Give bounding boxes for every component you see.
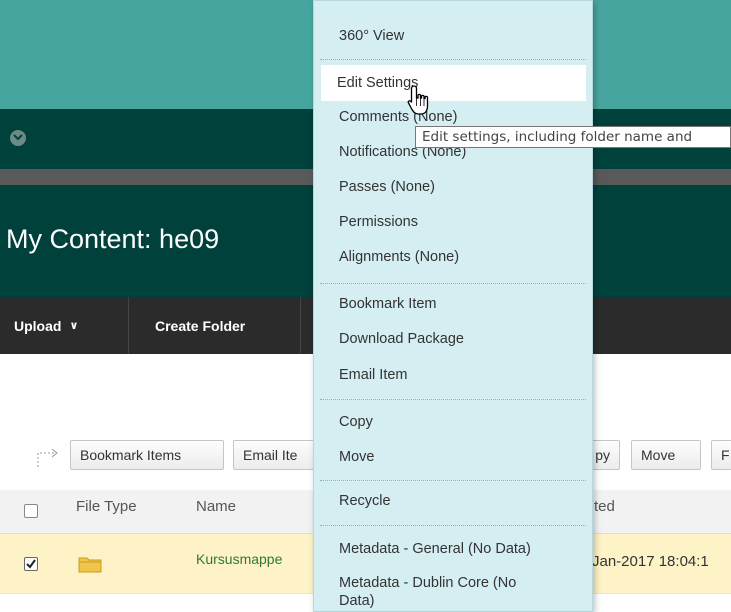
column-header-name[interactable]: Name <box>196 498 236 515</box>
item-context-menu: 360° View Edit Settings Comments (None) … <box>313 0 593 612</box>
more-actions-button[interactable]: F <box>711 440 731 470</box>
menu-item-permissions[interactable]: Permissions <box>339 214 418 230</box>
menu-item-email-item[interactable]: Email Item <box>339 367 408 383</box>
page-title: My Content: he09 <box>6 224 220 254</box>
create-folder-button[interactable]: Create Folder <box>155 297 245 354</box>
item-name-link[interactable]: Kursusmappe <box>196 551 282 567</box>
menu-separator <box>320 283 586 284</box>
upload-menu-button[interactable]: Upload ∨ <box>14 297 78 354</box>
move-button[interactable]: Move <box>631 440 701 470</box>
tooltip: Edit settings, including folder name and <box>415 126 731 148</box>
folder-icon <box>78 557 102 573</box>
hand-cursor-icon <box>407 85 429 115</box>
menu-item-alignments[interactable]: Alignments (None) <box>339 249 459 265</box>
menu-separator <box>320 399 586 400</box>
menu-separator <box>320 480 586 481</box>
menu-item-comments[interactable]: Comments (None) <box>339 109 457 125</box>
nav-divider <box>128 297 129 354</box>
column-header-date[interactable]: ted <box>594 498 615 515</box>
menu-separator <box>320 525 586 526</box>
menu-item-move[interactable]: Move <box>339 449 374 465</box>
nav-divider <box>300 297 301 354</box>
menu-item-copy[interactable]: Copy <box>339 414 373 430</box>
menu-separator <box>320 59 586 60</box>
chevron-down-icon: ∨ <box>69 320 79 332</box>
collapse-toggle-icon[interactable] <box>10 130 26 146</box>
menu-item-metadata-general[interactable]: Metadata - General (No Data) <box>339 541 531 557</box>
menu-item-metadata-dublin-core[interactable]: Metadata - Dublin Core (No <box>339 575 516 591</box>
item-date: Jan-2017 18:04:1 <box>592 553 709 570</box>
bookmark-items-button[interactable]: Bookmark Items <box>70 440 224 470</box>
upload-label: Upload <box>14 317 62 334</box>
row-checkbox[interactable] <box>24 557 38 571</box>
email-items-button[interactable]: Email Ite <box>233 440 319 470</box>
menu-item-bookmark-item[interactable]: Bookmark Item <box>339 296 437 312</box>
menu-item-metadata-dublin-core-cont[interactable]: Data) <box>339 593 374 609</box>
menu-item-passes[interactable]: Passes (None) <box>339 179 435 195</box>
menu-item-recycle[interactable]: Recycle <box>339 493 391 509</box>
menu-item-360-view[interactable]: 360° View <box>339 28 404 44</box>
select-all-checkbox[interactable] <box>24 504 38 518</box>
column-header-file-type[interactable]: File Type <box>76 498 137 515</box>
menu-item-download-package[interactable]: Download Package <box>339 331 464 347</box>
select-arrow-icon <box>37 448 58 467</box>
